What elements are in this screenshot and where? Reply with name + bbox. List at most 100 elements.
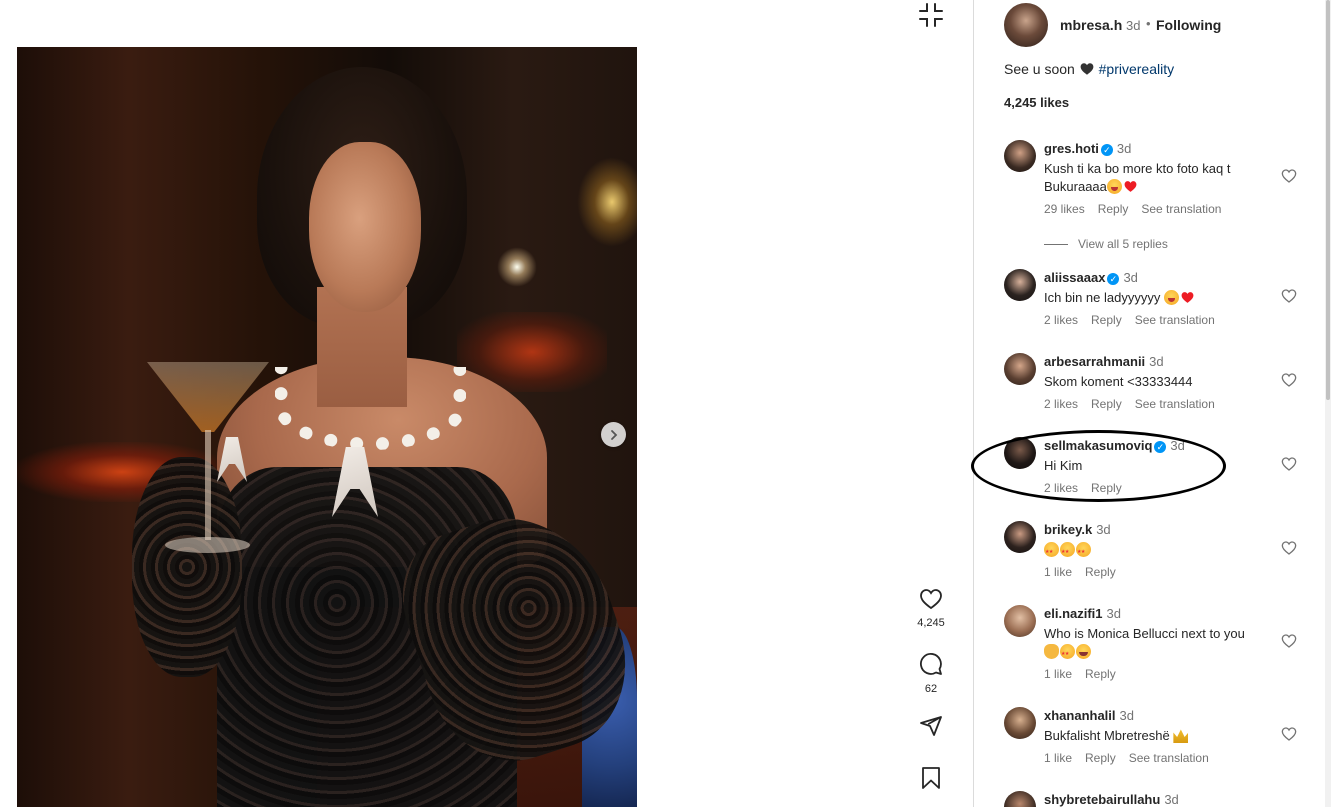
comment-likes[interactable]: 2 likes — [1044, 313, 1078, 327]
comment-time: 3d — [1119, 708, 1134, 723]
reply-button[interactable]: Reply — [1085, 751, 1116, 765]
comment-likes[interactable]: 1 like — [1044, 667, 1072, 681]
reply-button[interactable]: Reply — [1085, 667, 1116, 681]
star-struck-emoji-icon — [1076, 542, 1091, 561]
comment-item: arbesarrahmanii 3d Skom koment <33333444 … — [1004, 353, 1324, 423]
heart-icon[interactable] — [1281, 372, 1297, 388]
tongue-face-emoji-icon — [1106, 179, 1122, 194]
star-struck-emoji-icon — [1060, 644, 1075, 663]
comment-likes[interactable]: 1 like — [1044, 565, 1072, 579]
comment-text: Skom koment <33333444 — [1044, 374, 1193, 389]
star-struck-emoji-icon — [1060, 542, 1075, 561]
comment-username[interactable]: aliissaaax — [1044, 270, 1105, 285]
comment-text: Bukfalisht Mbretreshë — [1044, 728, 1170, 743]
comments-scrollbar[interactable] — [1325, 0, 1331, 807]
chevron-right-icon — [610, 429, 617, 440]
hand-drawn-ellipse-annotation — [971, 430, 1226, 502]
caption-text: See u soon — [1004, 61, 1075, 77]
comment-username[interactable]: eli.nazifi1 — [1044, 606, 1103, 621]
verified-badge-icon: ✓ — [1100, 144, 1113, 156]
comment-item: aliissaaax ✓ 3d Ich bin ne ladyyyyyy 2 lik… — [1004, 269, 1324, 339]
commenter-avatar[interactable] — [1004, 605, 1036, 637]
crown-emoji-icon — [1173, 729, 1189, 743]
reply-button[interactable]: Reply — [1098, 202, 1129, 216]
red-heart-emoji-icon — [1181, 292, 1194, 303]
heart-icon[interactable] — [1281, 540, 1297, 556]
clapping-hands-emoji-icon — [1044, 644, 1059, 659]
comment-username[interactable]: shybretebairullahu — [1044, 792, 1160, 807]
comment-item: shybretebairullahu 3d — [1004, 791, 1324, 807]
share-button[interactable] — [916, 711, 946, 741]
like-count: 4,245 — [917, 617, 945, 629]
comment-likes[interactable]: 1 like — [1044, 751, 1072, 765]
comment-username[interactable]: arbesarrahmanii — [1044, 354, 1145, 369]
post-caption: See u soon #privereality — [1004, 61, 1174, 77]
star-struck-emoji-icon — [1044, 542, 1059, 561]
comment-time: 3d — [1123, 270, 1138, 285]
red-heart-emoji-icon — [1124, 181, 1137, 192]
comment-item: gres.hoti ✓ 3d Kush ti ka bo more kto foto… — [1004, 140, 1324, 230]
author-username[interactable]: mbresa.h — [1060, 17, 1122, 33]
commenter-avatar[interactable] — [1004, 140, 1036, 172]
save-button[interactable] — [916, 763, 946, 793]
panel-divider — [973, 0, 974, 807]
comment-icon — [920, 653, 942, 675]
comment-likes[interactable]: 2 likes — [1044, 397, 1078, 411]
commenter-avatar[interactable] — [1004, 353, 1036, 385]
caption-hashtag[interactable]: #privereality — [1099, 61, 1174, 77]
comment-likes[interactable]: 29 likes — [1044, 202, 1085, 216]
tongue-face-emoji-icon — [1163, 290, 1179, 305]
comment-time: 3d — [1116, 141, 1132, 156]
view-replies-button[interactable]: View all 5 replies — [1044, 237, 1168, 251]
following-button[interactable]: Following — [1156, 17, 1221, 33]
commenter-avatar[interactable] — [1004, 269, 1036, 301]
comment-time: 3d — [1164, 792, 1179, 807]
heart-icon[interactable] — [1281, 456, 1297, 472]
like-button[interactable] — [916, 584, 946, 614]
heart-icon — [920, 589, 942, 610]
post-photo[interactable] — [17, 47, 637, 807]
comment-text: Who is Monica Bellucci next to you — [1044, 626, 1245, 641]
comment-text: Ich bin ne ladyyyyyy — [1044, 290, 1161, 305]
see-translation-button[interactable]: See translation — [1129, 751, 1209, 765]
comment-username[interactable]: brikey.k — [1044, 522, 1092, 537]
comment-username[interactable]: gres.hoti — [1044, 141, 1099, 156]
heart-icon[interactable] — [1281, 288, 1297, 304]
comment-text: Kush ti ka bo more kto foto kaq t — [1044, 161, 1231, 176]
heart-icon[interactable] — [1281, 726, 1297, 742]
commenter-avatar[interactable] — [1004, 791, 1036, 807]
comment-username[interactable]: xhananhalil — [1044, 708, 1116, 723]
heart-icon[interactable] — [1281, 168, 1297, 184]
see-translation-button[interactable]: See translation — [1141, 202, 1221, 216]
reply-button[interactable]: Reply — [1085, 565, 1116, 579]
post-time: 3d — [1126, 18, 1141, 33]
laughing-face-emoji-icon — [1076, 644, 1091, 659]
comment-button[interactable] — [916, 649, 946, 679]
collapse-icon — [919, 3, 943, 27]
comment-item: brikey.k 3d 1 like Reply — [1004, 521, 1324, 591]
comment-text-cont: Bukuraaaa — [1044, 179, 1107, 194]
comment-time: 3d — [1106, 606, 1121, 621]
reply-button[interactable]: Reply — [1091, 397, 1122, 411]
comment-item: xhananhalil 3d Bukfalisht Mbretreshë 1 li… — [1004, 707, 1324, 777]
collapse-button[interactable] — [918, 2, 944, 28]
post-likes-count[interactable]: 4,245 likes — [1004, 95, 1069, 110]
comment-count: 62 — [924, 683, 938, 695]
comment-time: 3d — [1096, 522, 1111, 537]
comment-time: 3d — [1149, 354, 1164, 369]
separator-dot: • — [1146, 16, 1151, 31]
send-icon — [920, 716, 942, 736]
commenter-avatar[interactable] — [1004, 521, 1036, 553]
commenter-avatar[interactable] — [1004, 707, 1036, 739]
view-replies-label: View all 5 replies — [1078, 237, 1168, 251]
black-heart-icon — [1080, 63, 1094, 75]
verified-badge-icon: ✓ — [1107, 273, 1120, 285]
author-avatar[interactable] — [1004, 3, 1048, 47]
next-photo-button[interactable] — [601, 422, 626, 447]
heart-icon[interactable] — [1281, 633, 1297, 649]
bookmark-icon — [922, 767, 940, 789]
see-translation-button[interactable]: See translation — [1135, 313, 1215, 327]
see-translation-button[interactable]: See translation — [1135, 397, 1215, 411]
reply-button[interactable]: Reply — [1091, 313, 1122, 327]
comment-item: eli.nazifi1 3d Who is Monica Bellucci nex… — [1004, 605, 1324, 690]
